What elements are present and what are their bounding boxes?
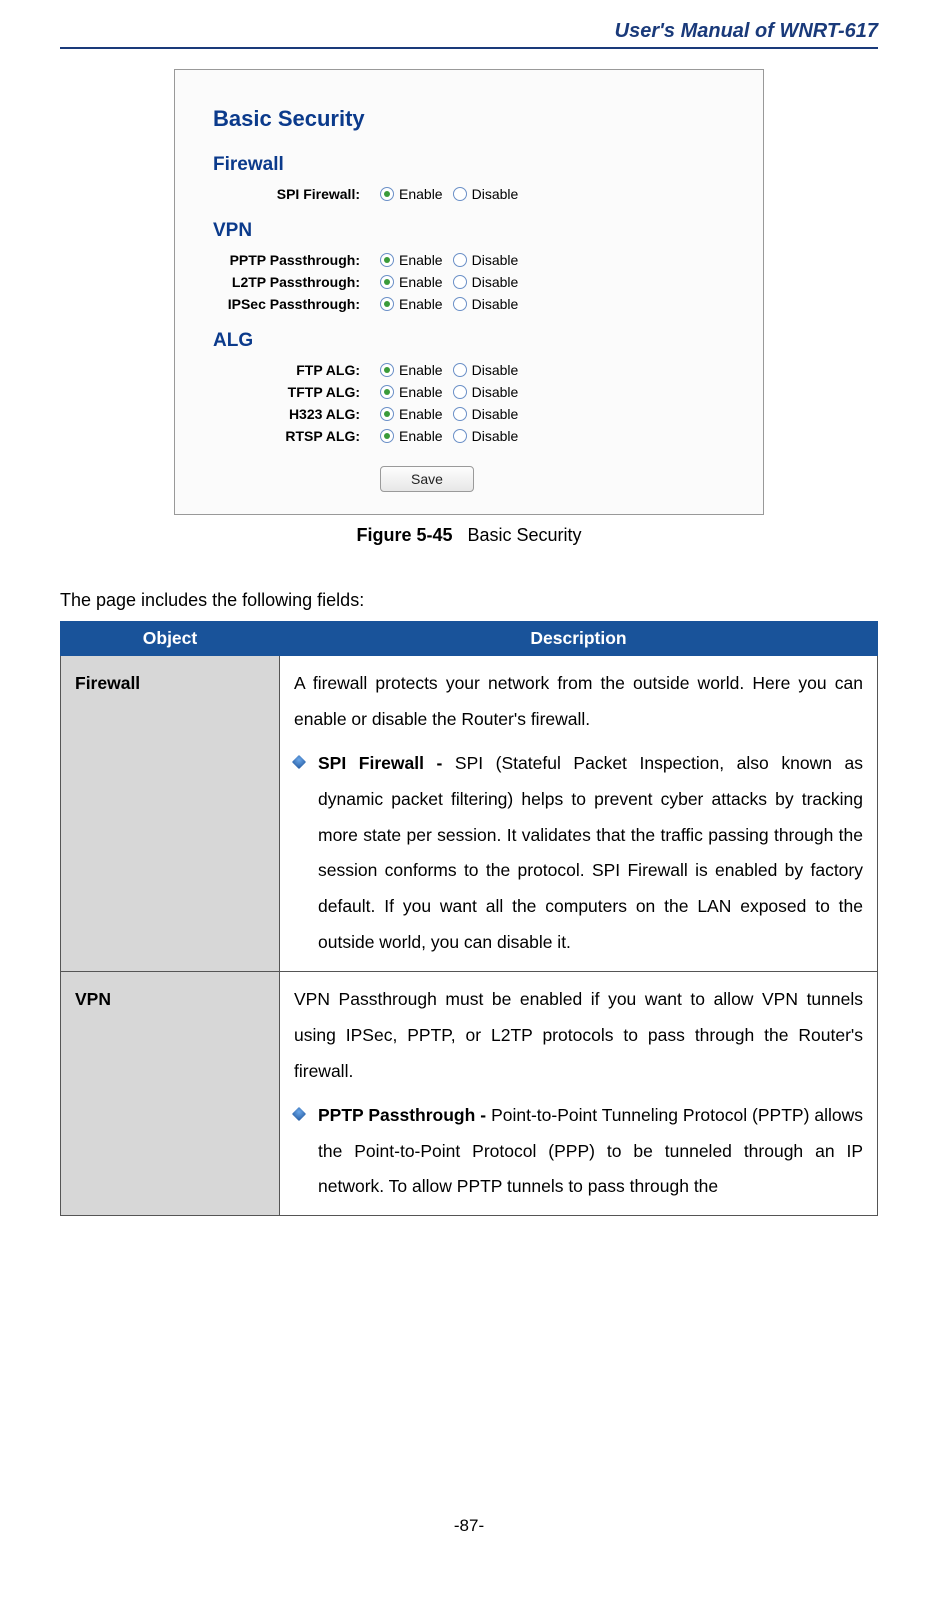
label-spi-firewall: SPI Firewall: — [195, 186, 380, 202]
radio-dot-icon — [380, 407, 394, 421]
bullet-text: PPTP Passthrough - Point-to-Point Tunnel… — [318, 1098, 863, 1206]
radio-enable-text: Enable — [399, 384, 443, 400]
radio-rtsp-disable[interactable]: Disable — [453, 428, 519, 444]
row-h323-alg: H323 ALG: Enable Disable — [195, 406, 743, 422]
radio-enable-text: Enable — [399, 274, 443, 290]
row-spi-firewall: SPI Firewall: Enable Disable — [195, 186, 743, 202]
radio-disable-text: Disable — [472, 384, 519, 400]
intro-text: The page includes the following fields: — [60, 590, 878, 611]
radio-h323-disable[interactable]: Disable — [453, 406, 519, 422]
radio-dot-icon — [453, 253, 467, 267]
radio-disable-text: Disable — [472, 296, 519, 312]
row-tftp-alg: TFTP ALG: Enable Disable — [195, 384, 743, 400]
radio-spi-enable[interactable]: Enable — [380, 186, 443, 202]
cell-desc-firewall: A firewall protects your network from th… — [280, 656, 878, 972]
table-row: Firewall A firewall protects your networ… — [61, 656, 878, 972]
bullet-item: SPI Firewall - SPI (Stateful Packet Insp… — [294, 746, 863, 961]
section-firewall-heading: Firewall — [213, 154, 743, 176]
description-table: Object Description Firewall A firewall p… — [60, 621, 878, 1216]
radio-enable-text: Enable — [399, 252, 443, 268]
radio-ftp-enable[interactable]: Enable — [380, 362, 443, 378]
radio-dot-icon — [380, 429, 394, 443]
radio-ipsec-disable[interactable]: Disable — [453, 296, 519, 312]
row-pptp: PPTP Passthrough: Enable Disable — [195, 252, 743, 268]
cell-object-vpn: VPN — [61, 972, 280, 1216]
radio-l2tp-enable[interactable]: Enable — [380, 274, 443, 290]
label-ftp-alg: FTP ALG: — [195, 362, 380, 378]
row-ipsec: IPSec Passthrough: Enable Disable — [195, 296, 743, 312]
label-tftp-alg: TFTP ALG: — [195, 384, 380, 400]
save-button[interactable]: Save — [380, 466, 474, 492]
radio-disable-text: Disable — [472, 428, 519, 444]
radio-dot-icon — [380, 253, 394, 267]
radio-tftp-disable[interactable]: Disable — [453, 384, 519, 400]
radio-pptp-enable[interactable]: Enable — [380, 252, 443, 268]
cell-desc-vpn: VPN Passthrough must be enabled if you w… — [280, 972, 878, 1216]
radio-disable-text: Disable — [472, 186, 519, 202]
figure-number: Figure 5-45 — [356, 525, 452, 545]
radio-disable-text: Disable — [472, 406, 519, 422]
radio-enable-text: Enable — [399, 428, 443, 444]
radio-dot-icon — [453, 297, 467, 311]
radio-ipsec-enable[interactable]: Enable — [380, 296, 443, 312]
radio-l2tp-disable[interactable]: Disable — [453, 274, 519, 290]
radio-dot-icon — [453, 187, 467, 201]
desc-intro: VPN Passthrough must be enabled if you w… — [294, 982, 863, 1090]
section-vpn-heading: VPN — [213, 220, 743, 242]
radio-rtsp-enable[interactable]: Enable — [380, 428, 443, 444]
figure-title: Basic Security — [468, 525, 582, 545]
label-h323-alg: H323 ALG: — [195, 406, 380, 422]
bullet-text: SPI Firewall - SPI (Stateful Packet Insp… — [318, 746, 863, 961]
row-rtsp-alg: RTSP ALG: Enable Disable — [195, 428, 743, 444]
settings-panel: Basic Security Firewall SPI Firewall: En… — [174, 69, 764, 515]
radio-disable-text: Disable — [472, 252, 519, 268]
radio-dot-icon — [380, 187, 394, 201]
label-pptp: PPTP Passthrough: — [195, 252, 380, 268]
label-rtsp-alg: RTSP ALG: — [195, 428, 380, 444]
radio-spi-disable[interactable]: Disable — [453, 186, 519, 202]
radio-enable-text: Enable — [399, 296, 443, 312]
desc-intro: A firewall protects your network from th… — [294, 666, 863, 738]
th-object: Object — [61, 622, 280, 656]
bullet-head: SPI Firewall - — [318, 753, 455, 773]
radio-disable-text: Disable — [472, 362, 519, 378]
row-ftp-alg: FTP ALG: Enable Disable — [195, 362, 743, 378]
figure-caption: Figure 5-45 Basic Security — [60, 525, 878, 546]
radio-tftp-enable[interactable]: Enable — [380, 384, 443, 400]
table-row: VPN VPN Passthrough must be enabled if y… — [61, 972, 878, 1216]
page-number: -87- — [0, 1516, 938, 1536]
radio-enable-text: Enable — [399, 406, 443, 422]
radio-ftp-disable[interactable]: Disable — [453, 362, 519, 378]
radio-dot-icon — [453, 385, 467, 399]
radio-dot-icon — [453, 407, 467, 421]
radio-dot-icon — [380, 297, 394, 311]
panel-title: Basic Security — [213, 106, 743, 132]
bullet-head: PPTP Passthrough - — [318, 1105, 491, 1125]
radio-dot-icon — [453, 275, 467, 289]
header-title: User's Manual of WNRT-617 — [60, 20, 878, 43]
radio-dot-icon — [380, 275, 394, 289]
radio-h323-enable[interactable]: Enable — [380, 406, 443, 422]
section-alg-heading: ALG — [213, 330, 743, 352]
radio-pptp-disable[interactable]: Disable — [453, 252, 519, 268]
radio-dot-icon — [380, 363, 394, 377]
radio-enable-text: Enable — [399, 186, 443, 202]
label-ipsec: IPSec Passthrough: — [195, 296, 380, 312]
bullet-body: SPI (Stateful Packet Inspection, also kn… — [318, 753, 863, 952]
cell-object-firewall: Firewall — [61, 656, 280, 972]
radio-disable-text: Disable — [472, 274, 519, 290]
header-rule — [60, 47, 878, 49]
bullet-item: PPTP Passthrough - Point-to-Point Tunnel… — [294, 1098, 863, 1206]
row-l2tp: L2TP Passthrough: Enable Disable — [195, 274, 743, 290]
radio-dot-icon — [453, 363, 467, 377]
diamond-bullet-icon — [292, 1107, 306, 1121]
label-l2tp: L2TP Passthrough: — [195, 274, 380, 290]
radio-enable-text: Enable — [399, 362, 443, 378]
diamond-bullet-icon — [292, 755, 306, 769]
th-description: Description — [280, 622, 878, 656]
radio-dot-icon — [453, 429, 467, 443]
radio-dot-icon — [380, 385, 394, 399]
